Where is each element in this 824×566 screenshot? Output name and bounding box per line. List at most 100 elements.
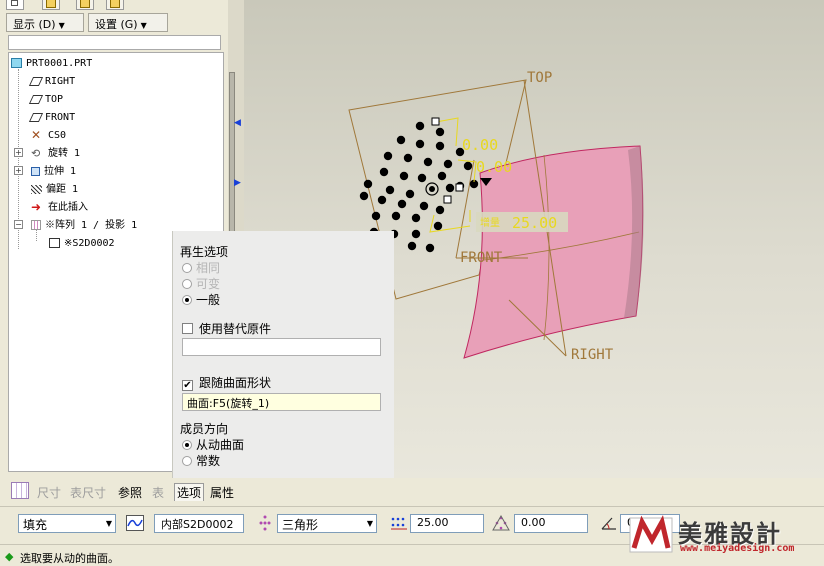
tree-item-pattern[interactable]: ※阵列 1 / 投影 1: [31, 216, 137, 233]
pattern-point: [379, 167, 389, 177]
pattern-point: [371, 211, 381, 221]
checkbox-use-alt-original[interactable]: 使用替代原件: [182, 320, 271, 337]
datum-plane-icon: [28, 94, 44, 104]
pattern-point: [415, 139, 425, 149]
part-icon: [11, 58, 22, 68]
tab-references[interactable]: 参照: [118, 484, 142, 501]
tree-root[interactable]: PRT0001.PRT: [11, 54, 92, 71]
tab-dimensions[interactable]: 尺寸: [37, 484, 61, 501]
pattern-point: [377, 195, 387, 205]
tree-menubar: 显示 (D) ▼ 设置 (G) ▼: [4, 13, 224, 33]
pattern-type-select[interactable]: 填充 ▼: [18, 514, 116, 533]
pattern-point: [437, 171, 447, 181]
pattern-point: [423, 157, 433, 167]
extrude-icon: [31, 166, 40, 176]
plane-label-right: RIGHT: [571, 347, 614, 363]
radio-dir-follow-surface[interactable]: 从动曲面: [182, 436, 244, 453]
offset-icon: [31, 184, 42, 194]
tree-item-offset[interactable]: 偏距 1: [31, 180, 78, 197]
radio-regen-same[interactable]: 相同: [182, 259, 220, 276]
tree-item-revolve[interactable]: ⟲ 旋转 1: [31, 144, 80, 161]
tab-properties[interactable]: 属性: [210, 484, 234, 501]
radio-regen-general[interactable]: 一般: [182, 291, 220, 308]
pattern-point: [435, 127, 445, 137]
tab-model-tree[interactable]: [6, 0, 24, 10]
pattern-point: [417, 173, 427, 183]
pattern-point: [433, 221, 443, 231]
watermark-url: www.meiyadesign.com: [680, 543, 795, 554]
alt-original-field[interactable]: [182, 338, 381, 356]
tree-item-sketch[interactable]: ※S2D0002: [49, 234, 115, 251]
radio-regen-variable[interactable]: 可变: [182, 275, 220, 292]
pattern-point: [363, 179, 373, 189]
checkbox-label: 跟随曲面形状: [199, 376, 272, 390]
dimension-value-1: 0.00: [462, 136, 498, 154]
tree-item-right[interactable]: RIGHT: [28, 72, 76, 89]
pattern-point: [419, 201, 429, 211]
tree-item-insert-here[interactable]: ➜ 在此插入: [31, 198, 88, 215]
tab-history[interactable]: [106, 0, 124, 10]
tab-table[interactable]: 表: [152, 484, 164, 501]
options-panel: 再生选项 相同 可变 一般 使用替代原件 ✔ 跟随曲面形状 曲面:F5(旋转_1)…: [172, 231, 394, 478]
status-message: 选取要从动的曲面。: [20, 552, 119, 565]
checkbox-follow-surface-shape[interactable]: ✔ 跟随曲面形状: [182, 374, 271, 391]
tab-folder-browser[interactable]: [42, 0, 60, 10]
pattern-point: [435, 141, 445, 151]
tree-root-label: PRT0001.PRT: [26, 58, 93, 69]
pattern-point: [463, 161, 473, 171]
pattern-point: [425, 243, 435, 253]
tree-filter-input[interactable]: [8, 35, 221, 50]
collapse-left-arrow-icon[interactable]: ◀: [234, 118, 242, 128]
spacing-input[interactable]: 25.00: [410, 514, 484, 533]
spacing-icon: [390, 515, 408, 531]
radio-dir-constant[interactable]: 常数: [182, 452, 220, 469]
tree-item-label: RIGHT: [45, 76, 76, 87]
tree-item-label: ※S2D0002: [64, 238, 115, 249]
checkbox-label: 使用替代原件: [199, 322, 272, 336]
tree-item-front[interactable]: FRONT: [28, 108, 75, 125]
expand-right-arrow-icon[interactable]: ▶: [234, 178, 242, 188]
dimension-value-3: 25.00: [512, 214, 557, 232]
radio-label: 可变: [196, 277, 221, 291]
checkbox-icon: [182, 323, 193, 334]
prompt-arrow-icon: ◆: [5, 550, 14, 563]
display-menu-button[interactable]: 显示 (D) ▼: [6, 13, 84, 32]
drag-handle: [455, 183, 464, 192]
border-offset-input[interactable]: 0.00: [514, 514, 588, 533]
collapse-icon[interactable]: −: [14, 220, 23, 229]
settings-menu-label: 设置 (G): [95, 18, 138, 31]
pattern-point: [391, 211, 401, 221]
plane-label-front: FRONT: [460, 250, 503, 266]
pattern-point: [443, 159, 453, 169]
sketch-wave-icon[interactable]: [126, 515, 144, 531]
tree-item-top[interactable]: TOP: [28, 90, 63, 107]
coordinate-system-icon: ✕: [31, 127, 42, 142]
tab-table-dimensions[interactable]: 表尺寸: [70, 484, 106, 501]
regen-options-title: 再生选项: [180, 245, 229, 259]
rotation-angle-icon: [600, 515, 618, 531]
member-direction-title: 成员方向: [180, 422, 229, 436]
radio-label: 常数: [196, 454, 221, 468]
pattern-type-value: 填充: [23, 518, 48, 532]
tree-icon: [11, 0, 18, 6]
scrollbar-thumb[interactable]: [229, 72, 235, 232]
tab-options[interactable]: 选项: [174, 483, 205, 501]
expand-icon[interactable]: +: [14, 148, 23, 157]
surface-reference-field[interactable]: 曲面:F5(旋转_1): [182, 393, 381, 411]
layers-icon: [110, 0, 120, 8]
settings-menu-button[interactable]: 设置 (G) ▼: [88, 13, 168, 32]
chevron-down-icon: ▼: [105, 519, 112, 528]
tree-item-cs0[interactable]: ✕ CS0: [31, 126, 66, 143]
pattern-point: [397, 199, 407, 209]
radio-icon: [182, 456, 192, 466]
plane-label-top: TOP: [527, 70, 552, 86]
grid-shape-select[interactable]: 三角形 ▼: [277, 514, 377, 533]
sketch-reference-field[interactable]: 内部S2D0002: [154, 514, 244, 533]
tree-item-extrude[interactable]: 拉伸 1: [31, 162, 76, 179]
grid-shape-icon: [256, 515, 274, 531]
pattern-point: [385, 185, 395, 195]
expand-icon[interactable]: +: [14, 166, 23, 175]
tab-favorites[interactable]: [76, 0, 94, 10]
revolve-icon: ⟲: [31, 146, 41, 160]
folder-icon: [46, 0, 56, 8]
